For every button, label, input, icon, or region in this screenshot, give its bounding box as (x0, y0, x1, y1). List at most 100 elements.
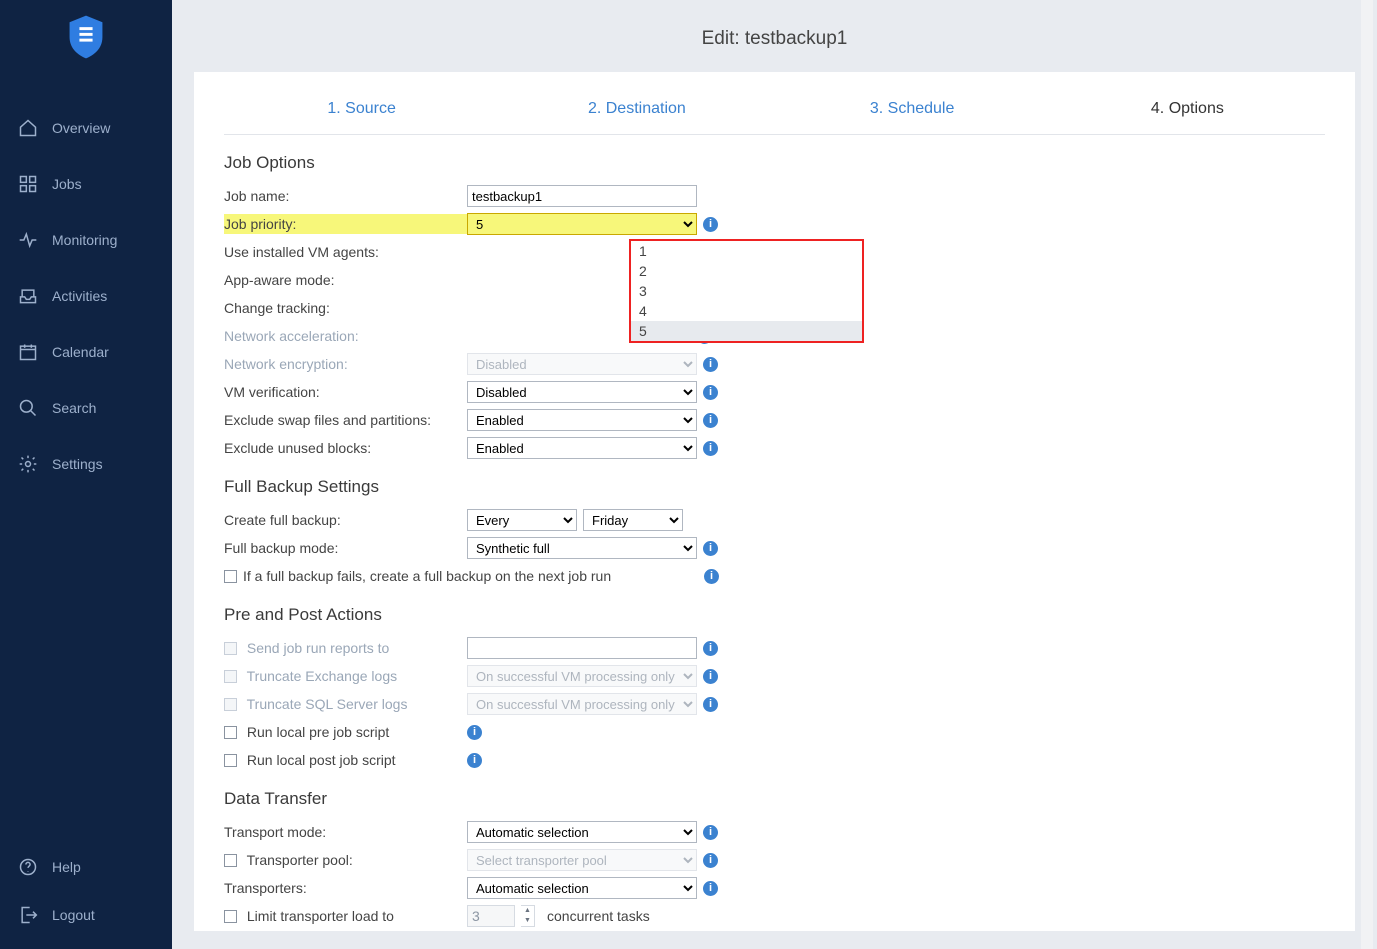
trunc-exch-checkbox (224, 670, 237, 683)
limit-load-label: Limit transporter load to (224, 906, 467, 926)
priority-option-2[interactable]: 2 (631, 261, 862, 281)
nav-label: Calendar (52, 344, 109, 360)
section-pre-post-title: Pre and Post Actions (224, 605, 1325, 625)
nav-label: Logout (52, 907, 95, 923)
transporter-pool-select: Select transporter pool (467, 849, 697, 871)
step-options[interactable]: 4. Options (1050, 94, 1325, 134)
job-priority-dropdown: 1 2 3 4 5 (629, 239, 864, 343)
nav-label: Search (52, 400, 96, 416)
full-mode-select[interactable]: Synthetic full (467, 537, 697, 559)
nav-logout[interactable]: Logout (0, 891, 172, 939)
job-priority-label: Job priority: (224, 214, 467, 234)
info-icon[interactable]: i (703, 413, 718, 428)
nav-search[interactable]: Search (0, 380, 172, 436)
excl-unused-select[interactable]: Enabled (467, 437, 697, 459)
info-icon[interactable]: i (703, 217, 718, 232)
transport-mode-label: Transport mode: (224, 822, 467, 842)
trunc-sql-checkbox (224, 698, 237, 711)
net-accel-label: Network acceleration: (224, 326, 467, 346)
info-icon[interactable]: i (703, 441, 718, 456)
create-full-day-select[interactable]: Friday (583, 509, 683, 531)
app-aware-label: App-aware mode: (224, 270, 467, 290)
app-logo (0, 14, 172, 60)
vm-verif-label: VM verification: (224, 382, 467, 402)
wizard-steps: 1. Source 2. Destination 3. Schedule 4. … (224, 94, 1325, 135)
search-icon (18, 398, 38, 418)
info-icon[interactable]: i (703, 853, 718, 868)
options-card: 1. Source 2. Destination 3. Schedule 4. … (194, 72, 1355, 931)
nav-label: Activities (52, 288, 107, 304)
send-reports-checkbox (224, 642, 237, 655)
job-priority-select[interactable]: 5 (467, 213, 697, 235)
trunc-exch-select: On successful VM processing only (467, 665, 697, 687)
full-mode-label: Full backup mode: (224, 538, 467, 558)
transporter-pool-checkbox[interactable] (224, 854, 237, 867)
home-icon (18, 118, 38, 138)
info-icon[interactable]: i (703, 385, 718, 400)
shield-icon (66, 14, 106, 60)
nav-label: Jobs (52, 176, 82, 192)
job-name-input[interactable] (467, 185, 697, 207)
post-script-checkbox[interactable] (224, 754, 237, 767)
logout-icon (18, 905, 38, 925)
sidebar: Overview Jobs Monitoring Activities Cale… (0, 0, 172, 949)
pre-script-label: Run local pre job script (224, 722, 467, 742)
priority-option-3[interactable]: 3 (631, 281, 862, 301)
nav-activities[interactable]: Activities (0, 268, 172, 324)
info-icon[interactable]: i (467, 753, 482, 768)
transporters-label: Transporters: (224, 878, 467, 898)
limit-load-suffix: concurrent tasks (547, 908, 650, 924)
limit-load-value: 3 (467, 905, 515, 927)
excl-swap-select[interactable]: Enabled (467, 409, 697, 431)
info-icon[interactable]: i (703, 881, 718, 896)
step-destination[interactable]: 2. Destination (499, 94, 774, 134)
nav-jobs[interactable]: Jobs (0, 156, 172, 212)
excl-swap-label: Exclude swap files and partitions: (224, 410, 467, 430)
info-icon[interactable]: i (703, 825, 718, 840)
info-icon[interactable]: i (704, 569, 719, 584)
send-reports-label: Send job run reports to (224, 638, 467, 658)
nav-monitoring[interactable]: Monitoring (0, 212, 172, 268)
nav-label: Monitoring (52, 232, 117, 248)
priority-option-1[interactable]: 1 (631, 241, 862, 261)
priority-option-5[interactable]: 5 (631, 321, 862, 341)
create-full-label: Create full backup: (224, 510, 467, 530)
send-reports-input (467, 637, 697, 659)
step-schedule[interactable]: 3. Schedule (775, 94, 1050, 134)
limit-load-checkbox[interactable] (224, 910, 237, 923)
create-full-freq-select[interactable]: Every (467, 509, 577, 531)
gear-icon (18, 454, 38, 474)
job-name-label: Job name: (224, 186, 467, 206)
grid-icon (18, 174, 38, 194)
excl-unused-label: Exclude unused blocks: (224, 438, 467, 458)
section-full-backup-title: Full Backup Settings (224, 477, 1325, 497)
nav-overview[interactable]: Overview (0, 100, 172, 156)
info-icon[interactable]: i (467, 725, 482, 740)
step-source[interactable]: 1. Source (224, 94, 499, 134)
pre-script-checkbox[interactable] (224, 726, 237, 739)
nav-calendar[interactable]: Calendar (0, 324, 172, 380)
info-icon[interactable]: i (703, 697, 718, 712)
on-fail-label: If a full backup fails, create a full ba… (243, 568, 611, 584)
nav-bottom: Help Logout (0, 843, 172, 949)
on-fail-checkbox[interactable] (224, 570, 237, 583)
nav-help[interactable]: Help (0, 843, 172, 891)
limit-load-spinner[interactable]: ▲▼ (521, 905, 535, 927)
info-icon[interactable]: i (703, 541, 718, 556)
transport-mode-select[interactable]: Automatic selection (467, 821, 697, 843)
main: Edit: testbackup1 1. Source 2. Destinati… (172, 0, 1377, 949)
section-job-options-title: Job Options (224, 153, 1325, 173)
transporters-select[interactable]: Automatic selection (467, 877, 697, 899)
info-icon[interactable]: i (703, 669, 718, 684)
nav-label: Help (52, 859, 81, 875)
priority-option-4[interactable]: 4 (631, 301, 862, 321)
tray-icon (18, 286, 38, 306)
scrollbar[interactable] (1361, 0, 1373, 949)
trunc-exch-label: Truncate Exchange logs (224, 666, 467, 686)
calendar-icon (18, 342, 38, 362)
nav-settings[interactable]: Settings (0, 436, 172, 492)
transporter-pool-label: Transporter pool: (224, 850, 467, 870)
info-icon[interactable]: i (703, 357, 718, 372)
info-icon[interactable]: i (703, 641, 718, 656)
vm-verif-select[interactable]: Disabled (467, 381, 697, 403)
